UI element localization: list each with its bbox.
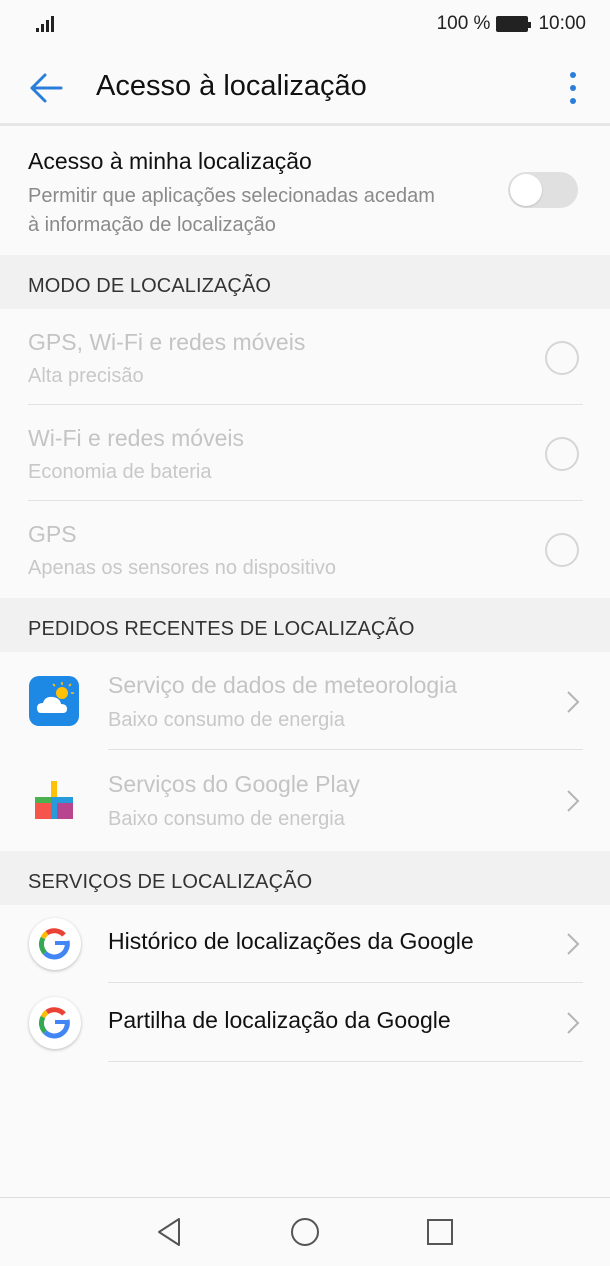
google-icon: [29, 918, 81, 970]
divider: [108, 749, 583, 750]
location-access-title: Acesso à minha localização: [28, 148, 312, 174]
radio-button[interactable]: [545, 437, 579, 471]
recent-request-subtitle: Baixo consumo de energia: [108, 808, 345, 830]
weather-app-icon: [29, 676, 79, 726]
location-access-subtitle-2: à informação de localização: [28, 214, 276, 236]
mode-option-high-accuracy[interactable]: GPS, Wi-Fi e redes móveis Alta precisão: [0, 309, 610, 405]
toggle-knob: [510, 174, 542, 206]
mode-option-title: Wi-Fi e redes móveis: [28, 425, 244, 451]
recents-square-icon[interactable]: [423, 1215, 457, 1249]
service-title: Histórico de localizações da Google: [108, 928, 474, 954]
service-title: Partilha de localização da Google: [108, 1007, 451, 1033]
chevron-right-icon: [567, 933, 580, 955]
google-icon: [29, 997, 81, 1049]
status-bar: 100 % 10:00: [0, 0, 610, 50]
more-options-icon[interactable]: [558, 70, 588, 106]
back-arrow-icon[interactable]: [26, 68, 66, 108]
recent-request-weather[interactable]: Serviço de dados de meteorologia Baixo c…: [0, 652, 610, 750]
section-header-mode: MODO DE LOCALIZAÇÃO: [0, 255, 610, 309]
page-title: Acesso à localização: [96, 70, 367, 102]
section-header-recent: PEDIDOS RECENTES DE LOCALIZAÇÃO: [0, 598, 610, 652]
mode-option-subtitle: Apenas os sensores no dispositivo: [28, 557, 336, 579]
section-header-services: SERVIÇOS DE LOCALIZAÇÃO: [0, 851, 610, 905]
mode-option-device-only[interactable]: GPS Apenas os sensores no dispositivo: [0, 501, 610, 597]
google-play-services-icon: [35, 781, 73, 819]
divider: [108, 1061, 583, 1062]
home-circle-icon[interactable]: [288, 1215, 322, 1249]
mode-option-title: GPS, Wi-Fi e redes móveis: [28, 329, 306, 355]
service-google-location-history[interactable]: Histórico de localizações da Google: [0, 904, 610, 983]
recent-request-subtitle: Baixo consumo de energia: [108, 709, 345, 731]
mode-option-subtitle: Economia de bateria: [28, 461, 212, 483]
mode-option-title: GPS: [28, 521, 77, 547]
app-bar: Acesso à localização: [0, 50, 610, 126]
chevron-right-icon: [567, 1012, 580, 1034]
navigation-bar: [0, 1197, 610, 1266]
location-access-row[interactable]: Acesso à minha localização Permitir que …: [0, 128, 610, 255]
battery-icon: [496, 16, 532, 32]
recent-request-title: Serviço de dados de meteorologia: [108, 672, 458, 698]
clock: 10:00: [538, 13, 586, 34]
mode-option-subtitle: Alta precisão: [28, 365, 144, 387]
location-access-subtitle-1: Permitir que aplicações selecionadas ace…: [28, 185, 435, 207]
chevron-right-icon: [567, 790, 580, 812]
mode-option-battery-saving[interactable]: Wi-Fi e redes móveis Economia de bateria: [0, 405, 610, 501]
location-access-toggle[interactable]: [508, 172, 578, 208]
recent-request-play-services[interactable]: Serviços do Google Play Baixo consumo de…: [0, 751, 610, 849]
signal-icon: [36, 16, 54, 32]
battery-percent: 100 %: [436, 13, 491, 34]
radio-button[interactable]: [545, 533, 579, 567]
service-google-location-sharing[interactable]: Partilha de localização da Google: [0, 983, 610, 1062]
chevron-right-icon: [567, 691, 580, 713]
back-triangle-icon[interactable]: [153, 1215, 187, 1249]
radio-button[interactable]: [545, 341, 579, 375]
recent-request-title: Serviços do Google Play: [108, 771, 360, 797]
